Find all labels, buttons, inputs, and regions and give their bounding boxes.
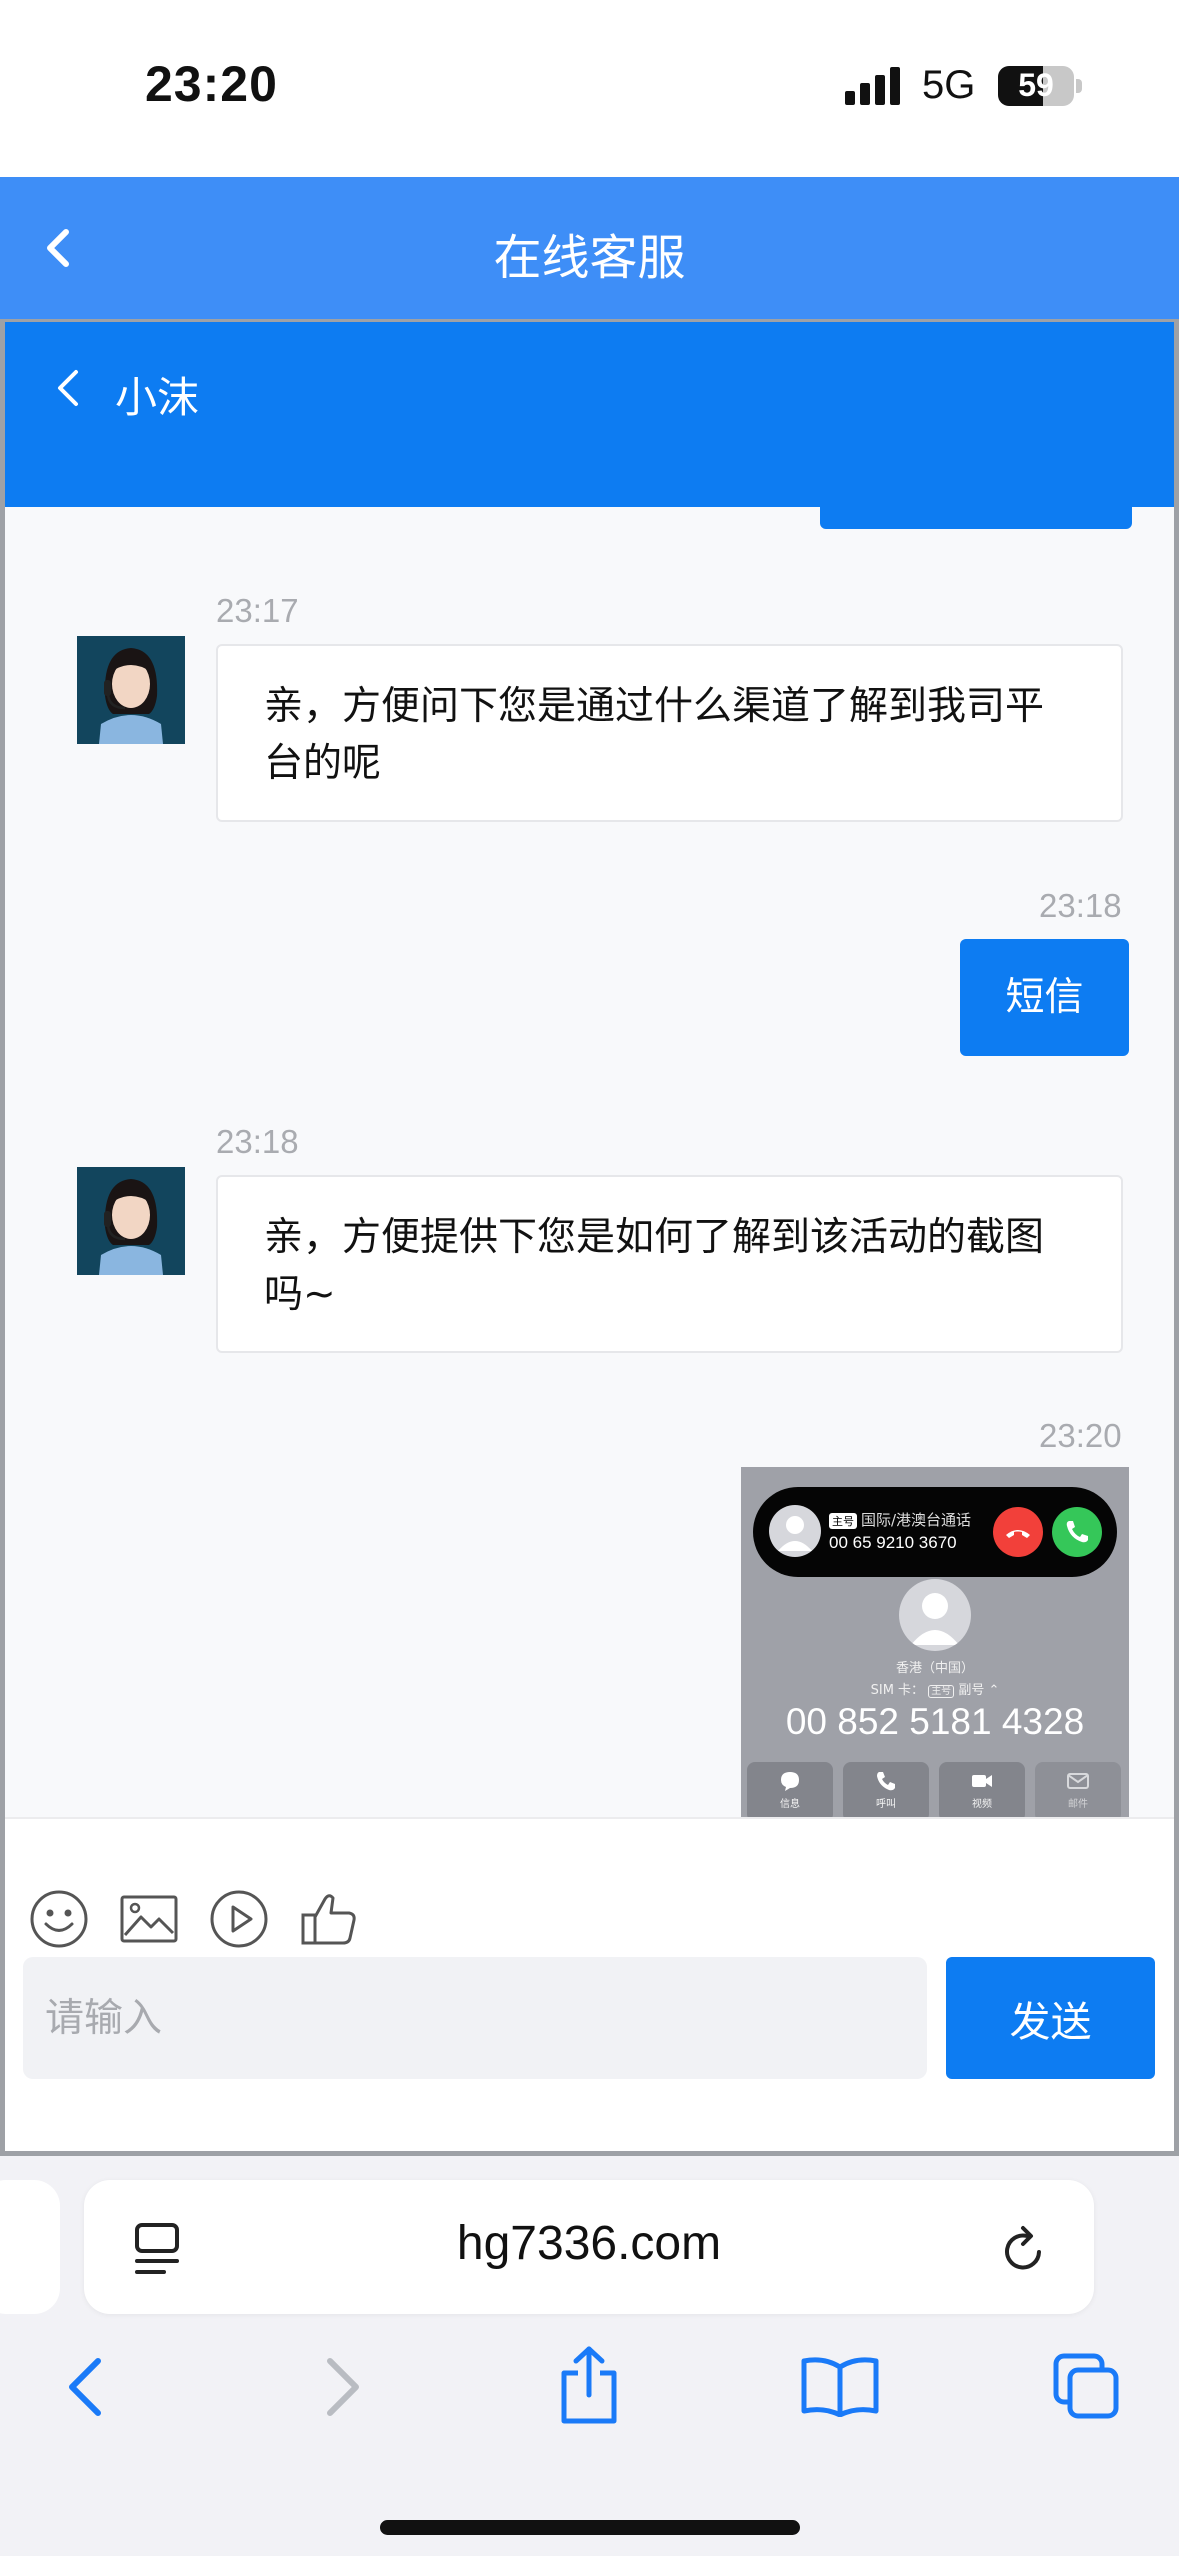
message-time: 23:17 [216,592,299,629]
network-type: 5G [922,63,976,107]
action-label: 信息 [780,1799,800,1810]
chat-back-icon[interactable] [50,364,84,412]
contact-region: 香港（中国） [895,1661,974,1676]
battery-percent: 59 [1018,67,1054,103]
caller-avatar-icon [769,1505,821,1557]
message-icon [781,1772,799,1791]
sim-tag: 主号 [928,1685,955,1698]
agent-avatar-image [77,1167,185,1275]
header-tab [820,507,1132,529]
battery-icon: 59 [998,66,1074,106]
contact-number: 00 852 5181 4328 [785,1701,1085,1742]
chat-frame: 小沫 23:17 亲，方便问下您是通过什么渠道了解到我司平台的呢 23:18 短… [0,319,1179,2156]
previous-tab[interactable] [0,2180,60,2314]
screenshot-image[interactable]: 主号 国际/港澳台通话 00 65 9210 3670 香港（中国） SIM 卡：… [741,1467,1129,1817]
tabs-icon[interactable] [1052,2352,1122,2422]
contact-avatar-icon [899,1579,971,1651]
agent-avatar [77,1167,185,1275]
action-label: 邮件 [1068,1799,1088,1810]
call-type-label: 国际/港澳台通话 [861,1511,972,1529]
action-label: 视频 [972,1799,992,1810]
caller-number: 00 65 9210 3670 [829,1533,957,1552]
browser-back-icon[interactable] [64,2355,108,2419]
address-bar[interactable]: hg7336.com [84,2180,1094,2314]
message-input[interactable] [23,1957,927,2079]
send-button[interactable]: 发送 [946,1957,1155,2079]
url-text[interactable]: hg7336.com [84,2216,1094,2271]
sim-info: SIM 卡： 主号 副号 ⌃ [870,1683,1000,1698]
thumbs-up-icon[interactable] [299,1889,359,1949]
sim-secondary: 副号 [958,1683,985,1698]
phone-icon [877,1772,895,1791]
agent-message-bubble: 亲，方便问下您是通过什么渠道了解到我司平台的呢 [216,644,1123,822]
browser-forward-icon[interactable] [320,2355,364,2419]
status-time: 23:20 [145,56,278,112]
page-title: 在线客服 [493,230,686,286]
user-message-bubble: 短信 [960,939,1129,1056]
agent-name: 小沫 [115,373,200,422]
decline-call-icon [993,1507,1043,1557]
cellular-signal-icon [845,67,900,105]
agent-avatar-image [77,636,185,744]
agent-avatar [77,636,185,744]
share-icon[interactable] [554,2345,624,2425]
agent-message-bubble: 亲，方便提供下您是如何了解到该活动的截图吗~ [216,1175,1123,1353]
mail-icon [1067,1773,1089,1789]
call-tag: 主号 [829,1513,857,1529]
bookmarks-icon[interactable] [800,2355,880,2417]
message-time: 23:18 [1039,887,1122,924]
reload-icon[interactable] [999,2222,1049,2276]
video-icon [972,1775,992,1787]
call-banner: 主号 国际/港澳台通话 00 65 9210 3670 [753,1487,1117,1577]
video-play-icon[interactable] [209,1889,269,1949]
call-type: 主号 国际/港澳台通话 [829,1509,971,1530]
emoji-icon[interactable] [29,1889,89,1949]
composer: 发送 [5,1817,1174,2151]
mail-action: 邮件 [1035,1762,1121,1817]
action-label: 呼叫 [876,1799,896,1810]
battery-cap [1076,79,1082,93]
home-indicator[interactable] [380,2520,800,2535]
image-icon[interactable] [119,1889,179,1949]
message-action: 信息 [747,1762,833,1817]
message-time: 23:20 [1039,1417,1122,1454]
video-action: 视频 [939,1762,1025,1817]
sim-label: SIM 卡： [870,1683,925,1698]
message-time: 23:18 [216,1123,299,1160]
call-action: 呼叫 [843,1762,929,1817]
accept-call-icon [1052,1507,1102,1557]
